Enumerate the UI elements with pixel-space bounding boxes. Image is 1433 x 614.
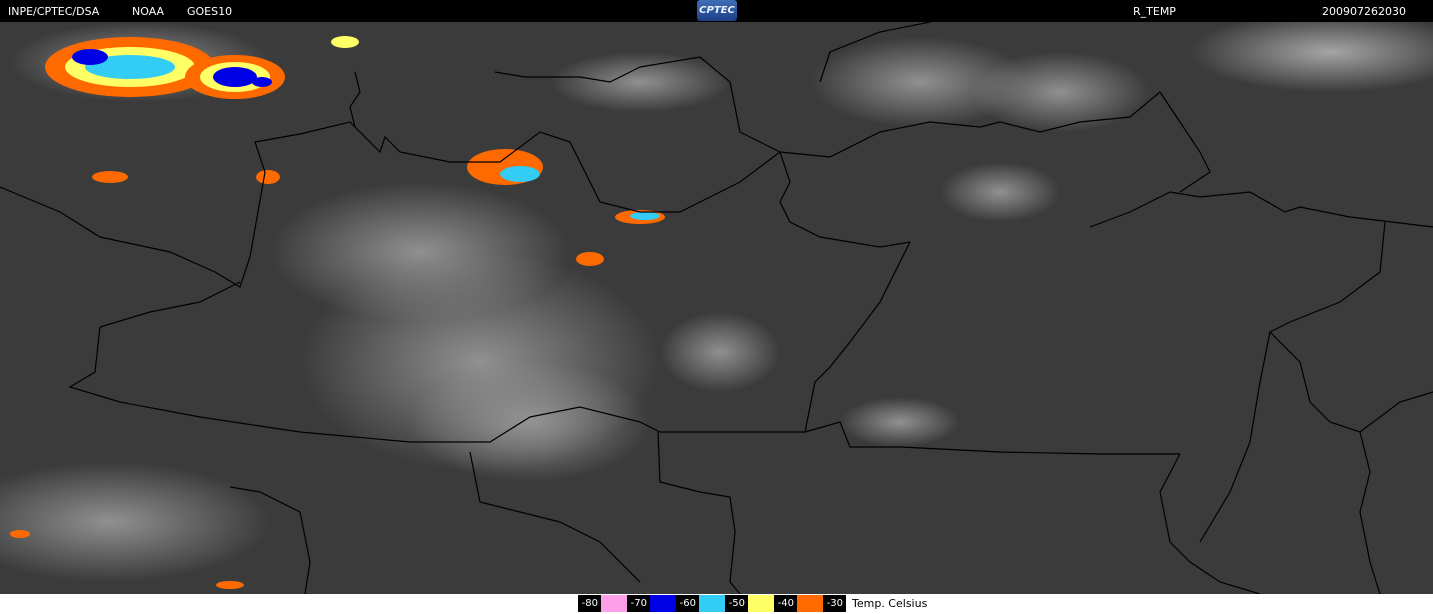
cptec-logo: CPTEC	[697, 0, 737, 21]
legend-value: -40	[774, 595, 797, 612]
legend-unit: Temp. Celsius	[852, 597, 928, 610]
product-label: R_TEMP	[1133, 5, 1176, 18]
legend-swatch	[699, 595, 725, 612]
legend-swatch	[797, 595, 823, 612]
legend-value: -70	[627, 595, 650, 612]
legend-value: -60	[676, 595, 699, 612]
legend-swatch	[601, 595, 627, 612]
timestamp-label: 200907262030	[1322, 5, 1406, 18]
satellite-label: GOES10	[187, 5, 233, 18]
legend-value: -50	[725, 595, 748, 612]
legend-value: -80	[578, 595, 601, 612]
legend-swatch	[748, 595, 774, 612]
source-label: INPE/CPTEC/DSA	[8, 5, 100, 18]
satellite-map	[0, 22, 1433, 594]
legend-value: -30	[823, 595, 846, 612]
header-bar: INPE/CPTEC/DSA NOAA GOES10 CPTEC R_TEMP …	[0, 0, 1433, 22]
temperature-legend: -80 -70 -60 -50 -40 -30 Temp. Celsius	[578, 595, 927, 612]
legend-swatch	[650, 595, 676, 612]
agency-label: NOAA	[132, 5, 165, 18]
